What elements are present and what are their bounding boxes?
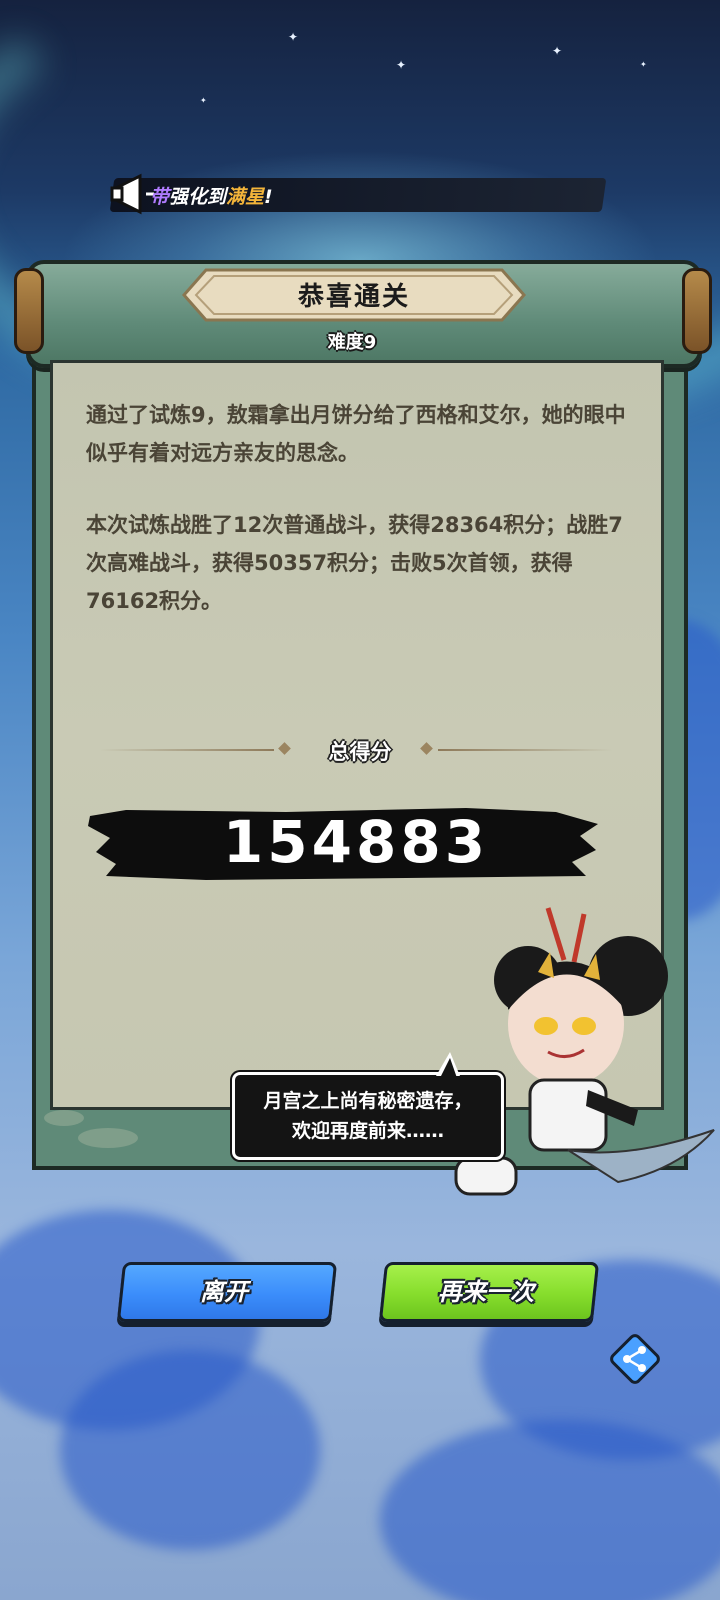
speech-bubble-tail-inner: [440, 1058, 457, 1078]
star-icon: ✦: [288, 30, 299, 44]
announcement-middle: 强化到: [169, 186, 227, 208]
cloud-decoration: [60, 1350, 320, 1550]
speech-line-2: 欢迎再度前来……: [291, 1120, 444, 1142]
share-icon[interactable]: [608, 1332, 662, 1386]
divider-left: [100, 749, 274, 751]
announcement-prefix: 带: [150, 186, 170, 208]
cloud-decoration: [380, 1420, 720, 1600]
star-icon: ✦: [640, 60, 647, 69]
divider-right: [438, 749, 612, 751]
speech-line-1: 月宫之上尚有秘密遗存，: [263, 1090, 473, 1112]
announcement-highlight: 满星: [226, 186, 265, 208]
panel-title: 恭喜通关: [297, 282, 410, 312]
scroll-roll-right: [682, 268, 712, 354]
story-paragraph-2: 本次试炼战胜了12次普通战斗，获得28364积分；战胜7次高难战斗，获得5035…: [86, 513, 623, 613]
star-icon: ✦: [200, 96, 207, 105]
scroll-roll-left: [14, 268, 44, 354]
star-icon: ✦: [396, 58, 407, 72]
total-score-label: 总得分: [328, 740, 392, 764]
character-portrait: [454, 907, 715, 1196]
total-score-value: 154883: [222, 808, 490, 876]
lily-pad-decoration: [78, 1128, 138, 1148]
announcement-text: 带强化到满星!: [150, 182, 273, 209]
announcement-suffix: !: [264, 186, 273, 208]
story-paragraph-1: 通过了试炼9，敖霜拿出月饼分给了西格和艾尔，她的眼中似乎有着对远方亲友的思念。: [86, 403, 626, 465]
leave-button-label[interactable]: 离开: [120, 1272, 328, 1307]
star-icon: ✦: [552, 44, 563, 58]
difficulty-label: 难度9: [327, 332, 377, 353]
game-result-screen: ✦ ✦ ✦ ✦ ✦ 带强化到满星! 恭喜通关 难度9 通过了试炼9，敖霜拿出月饼…: [0, 0, 720, 1600]
lily-pad-decoration: [44, 1110, 84, 1126]
play-again-button-label[interactable]: 再来一次: [382, 1272, 590, 1307]
